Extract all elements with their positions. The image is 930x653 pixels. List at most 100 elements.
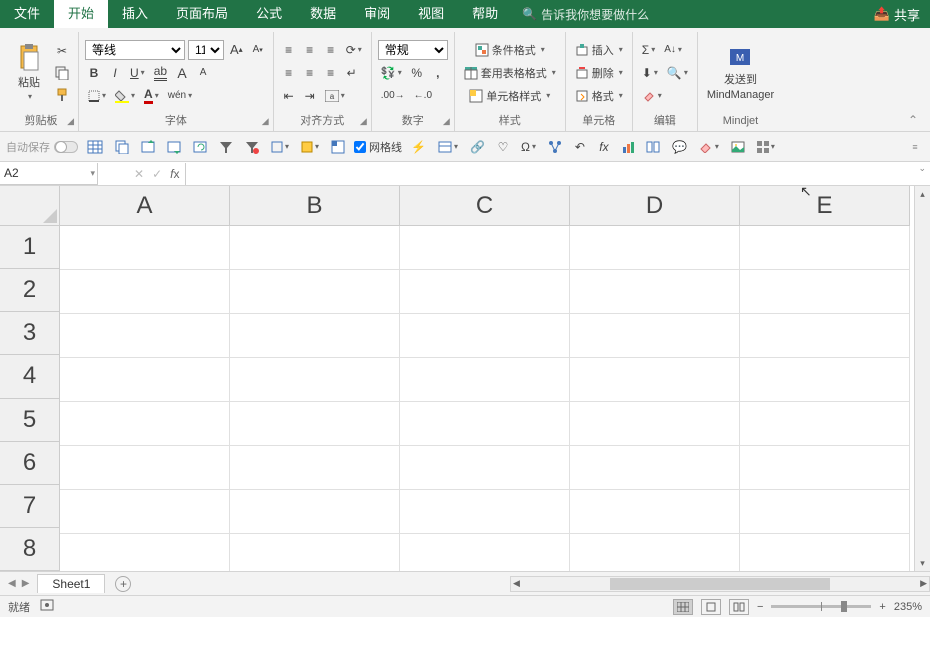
underline-button[interactable]: U xyxy=(127,63,148,83)
qat-customize-button[interactable]: ≡ xyxy=(906,136,924,158)
copy-button[interactable] xyxy=(52,63,72,83)
cell-A4[interactable] xyxy=(60,358,230,402)
column-header-E[interactable]: E xyxy=(740,186,910,226)
expand-formula-bar[interactable]: ⌄ xyxy=(918,163,926,174)
vertical-scrollbar[interactable]: ▴ ▾ xyxy=(914,186,930,571)
name-box[interactable]: A2 ▾ xyxy=(0,163,98,185)
tab-help[interactable]: 帮助 xyxy=(458,0,512,28)
tab-insert[interactable]: 插入 xyxy=(108,0,162,28)
cell-A6[interactable] xyxy=(60,446,230,490)
cell-C3[interactable] xyxy=(400,314,570,358)
qat-sort-desc-button[interactable] xyxy=(164,136,184,158)
increase-font-alt-button[interactable]: A xyxy=(173,63,191,83)
increase-font-button[interactable]: A▴ xyxy=(227,40,246,60)
enter-formula-button[interactable]: ✓ xyxy=(152,167,162,181)
increase-indent-button[interactable]: ⇥ xyxy=(301,86,319,106)
format-cells-button[interactable]: 格式 xyxy=(572,86,626,106)
qat-eraser-button[interactable] xyxy=(696,136,722,158)
qat-pivot-button[interactable] xyxy=(328,136,348,158)
cell-E5[interactable] xyxy=(740,402,910,446)
cell-A2[interactable] xyxy=(60,270,230,314)
row-header-4[interactable]: 4 xyxy=(0,355,60,398)
tab-file[interactable]: 文件 xyxy=(0,0,54,28)
macro-record-button[interactable] xyxy=(40,599,54,614)
format-painter-button[interactable] xyxy=(52,85,72,105)
qat-border-button[interactable] xyxy=(268,136,292,158)
decrease-font-button[interactable]: A▾ xyxy=(249,40,267,60)
comma-button[interactable]: , xyxy=(429,63,447,83)
autosave-toggle[interactable]: 自动保存 xyxy=(6,139,78,155)
qat-dup-button[interactable] xyxy=(112,136,132,158)
align-launcher[interactable]: ◢ xyxy=(360,113,367,129)
cell-D7[interactable] xyxy=(570,490,740,534)
cell-B6[interactable] xyxy=(230,446,400,490)
qat-refresh-button[interactable] xyxy=(190,136,210,158)
insert-cells-button[interactable]: 插入 xyxy=(572,40,626,60)
cell-A3[interactable] xyxy=(60,314,230,358)
hscroll-thumb[interactable] xyxy=(610,578,830,590)
qat-heart-button[interactable]: ♡ xyxy=(494,136,512,158)
sheet-nav-next[interactable]: ▶ xyxy=(22,578,30,589)
cell-E4[interactable] xyxy=(740,358,910,402)
cell-B7[interactable] xyxy=(230,490,400,534)
qat-omega-button[interactable]: Ω xyxy=(518,136,539,158)
accounting-format-button[interactable]: 💱 xyxy=(378,63,405,83)
font-name-select[interactable]: 等线 xyxy=(85,40,185,60)
cell-B4[interactable] xyxy=(230,358,400,402)
clear-button[interactable] xyxy=(639,86,665,106)
qat-filter-button[interactable] xyxy=(216,136,236,158)
tab-home[interactable]: 开始 xyxy=(54,0,108,28)
qat-image-button[interactable] xyxy=(728,136,748,158)
column-header-C[interactable]: C xyxy=(400,186,570,226)
cell-E8[interactable] xyxy=(740,534,910,571)
tell-me-search[interactable]: 🔍 告诉我你想要做什么 xyxy=(522,6,649,23)
cell-A7[interactable] xyxy=(60,490,230,534)
cell-E1[interactable] xyxy=(740,226,910,270)
cell-D3[interactable] xyxy=(570,314,740,358)
cell-B3[interactable] xyxy=(230,314,400,358)
zoom-level[interactable]: 235% xyxy=(894,601,922,613)
cell-C2[interactable] xyxy=(400,270,570,314)
cell-D4[interactable] xyxy=(570,358,740,402)
formula-input[interactable]: ⌄ xyxy=(186,163,930,185)
cell-C4[interactable] xyxy=(400,358,570,402)
column-header-B[interactable]: B xyxy=(230,186,400,226)
tab-data[interactable]: 数据 xyxy=(296,0,350,28)
qat-filter-clear-button[interactable] xyxy=(242,136,262,158)
font-size-select[interactable]: 11 xyxy=(188,40,224,60)
align-middle-button[interactable]: ≡ xyxy=(301,40,319,60)
row-header-3[interactable]: 3 xyxy=(0,312,60,355)
cell-D2[interactable] xyxy=(570,270,740,314)
cell-A8[interactable] xyxy=(60,534,230,571)
number-launcher[interactable]: ◢ xyxy=(443,113,450,129)
cell-A5[interactable] xyxy=(60,402,230,446)
cell-E7[interactable] xyxy=(740,490,910,534)
cell-E3[interactable] xyxy=(740,314,910,358)
qat-lightning-button[interactable]: ⚡ xyxy=(408,136,429,158)
row-header-7[interactable]: 7 xyxy=(0,485,60,528)
qat-sort-asc-button[interactable] xyxy=(138,136,158,158)
bold-button[interactable]: B xyxy=(85,63,103,83)
page-break-view-button[interactable] xyxy=(729,599,749,615)
row-header-2[interactable]: 2 xyxy=(0,269,60,312)
cancel-formula-button[interactable]: ✕ xyxy=(134,167,144,181)
tab-review[interactable]: 审阅 xyxy=(350,0,404,28)
collapse-ribbon-button[interactable]: ⌃ xyxy=(900,109,926,131)
font-launcher[interactable]: ◢ xyxy=(262,113,269,129)
gridlines-check-input[interactable] xyxy=(354,141,366,153)
font-color-button[interactable]: A xyxy=(141,86,162,106)
merge-button[interactable]: a xyxy=(322,86,348,106)
qat-undo-button[interactable]: ↶ xyxy=(571,136,589,158)
share-button[interactable]: 📤 共享 xyxy=(874,5,920,24)
align-top-button[interactable]: ≡ xyxy=(280,40,298,60)
zoom-out-button[interactable]: − xyxy=(757,601,763,613)
orientation-button[interactable]: ⟳ xyxy=(343,40,365,60)
align-right-button[interactable]: ≡ xyxy=(322,63,340,83)
align-center-button[interactable]: ≡ xyxy=(301,63,319,83)
row-header-1[interactable]: 1 xyxy=(0,226,60,269)
row-header-5[interactable]: 5 xyxy=(0,399,60,442)
decrease-font-alt-button[interactable]: A xyxy=(194,63,212,83)
qat-comment-button[interactable]: 💬 xyxy=(669,136,690,158)
sort-filter-button[interactable]: A↓ xyxy=(661,40,685,60)
scroll-up-button[interactable]: ▴ xyxy=(915,186,930,202)
